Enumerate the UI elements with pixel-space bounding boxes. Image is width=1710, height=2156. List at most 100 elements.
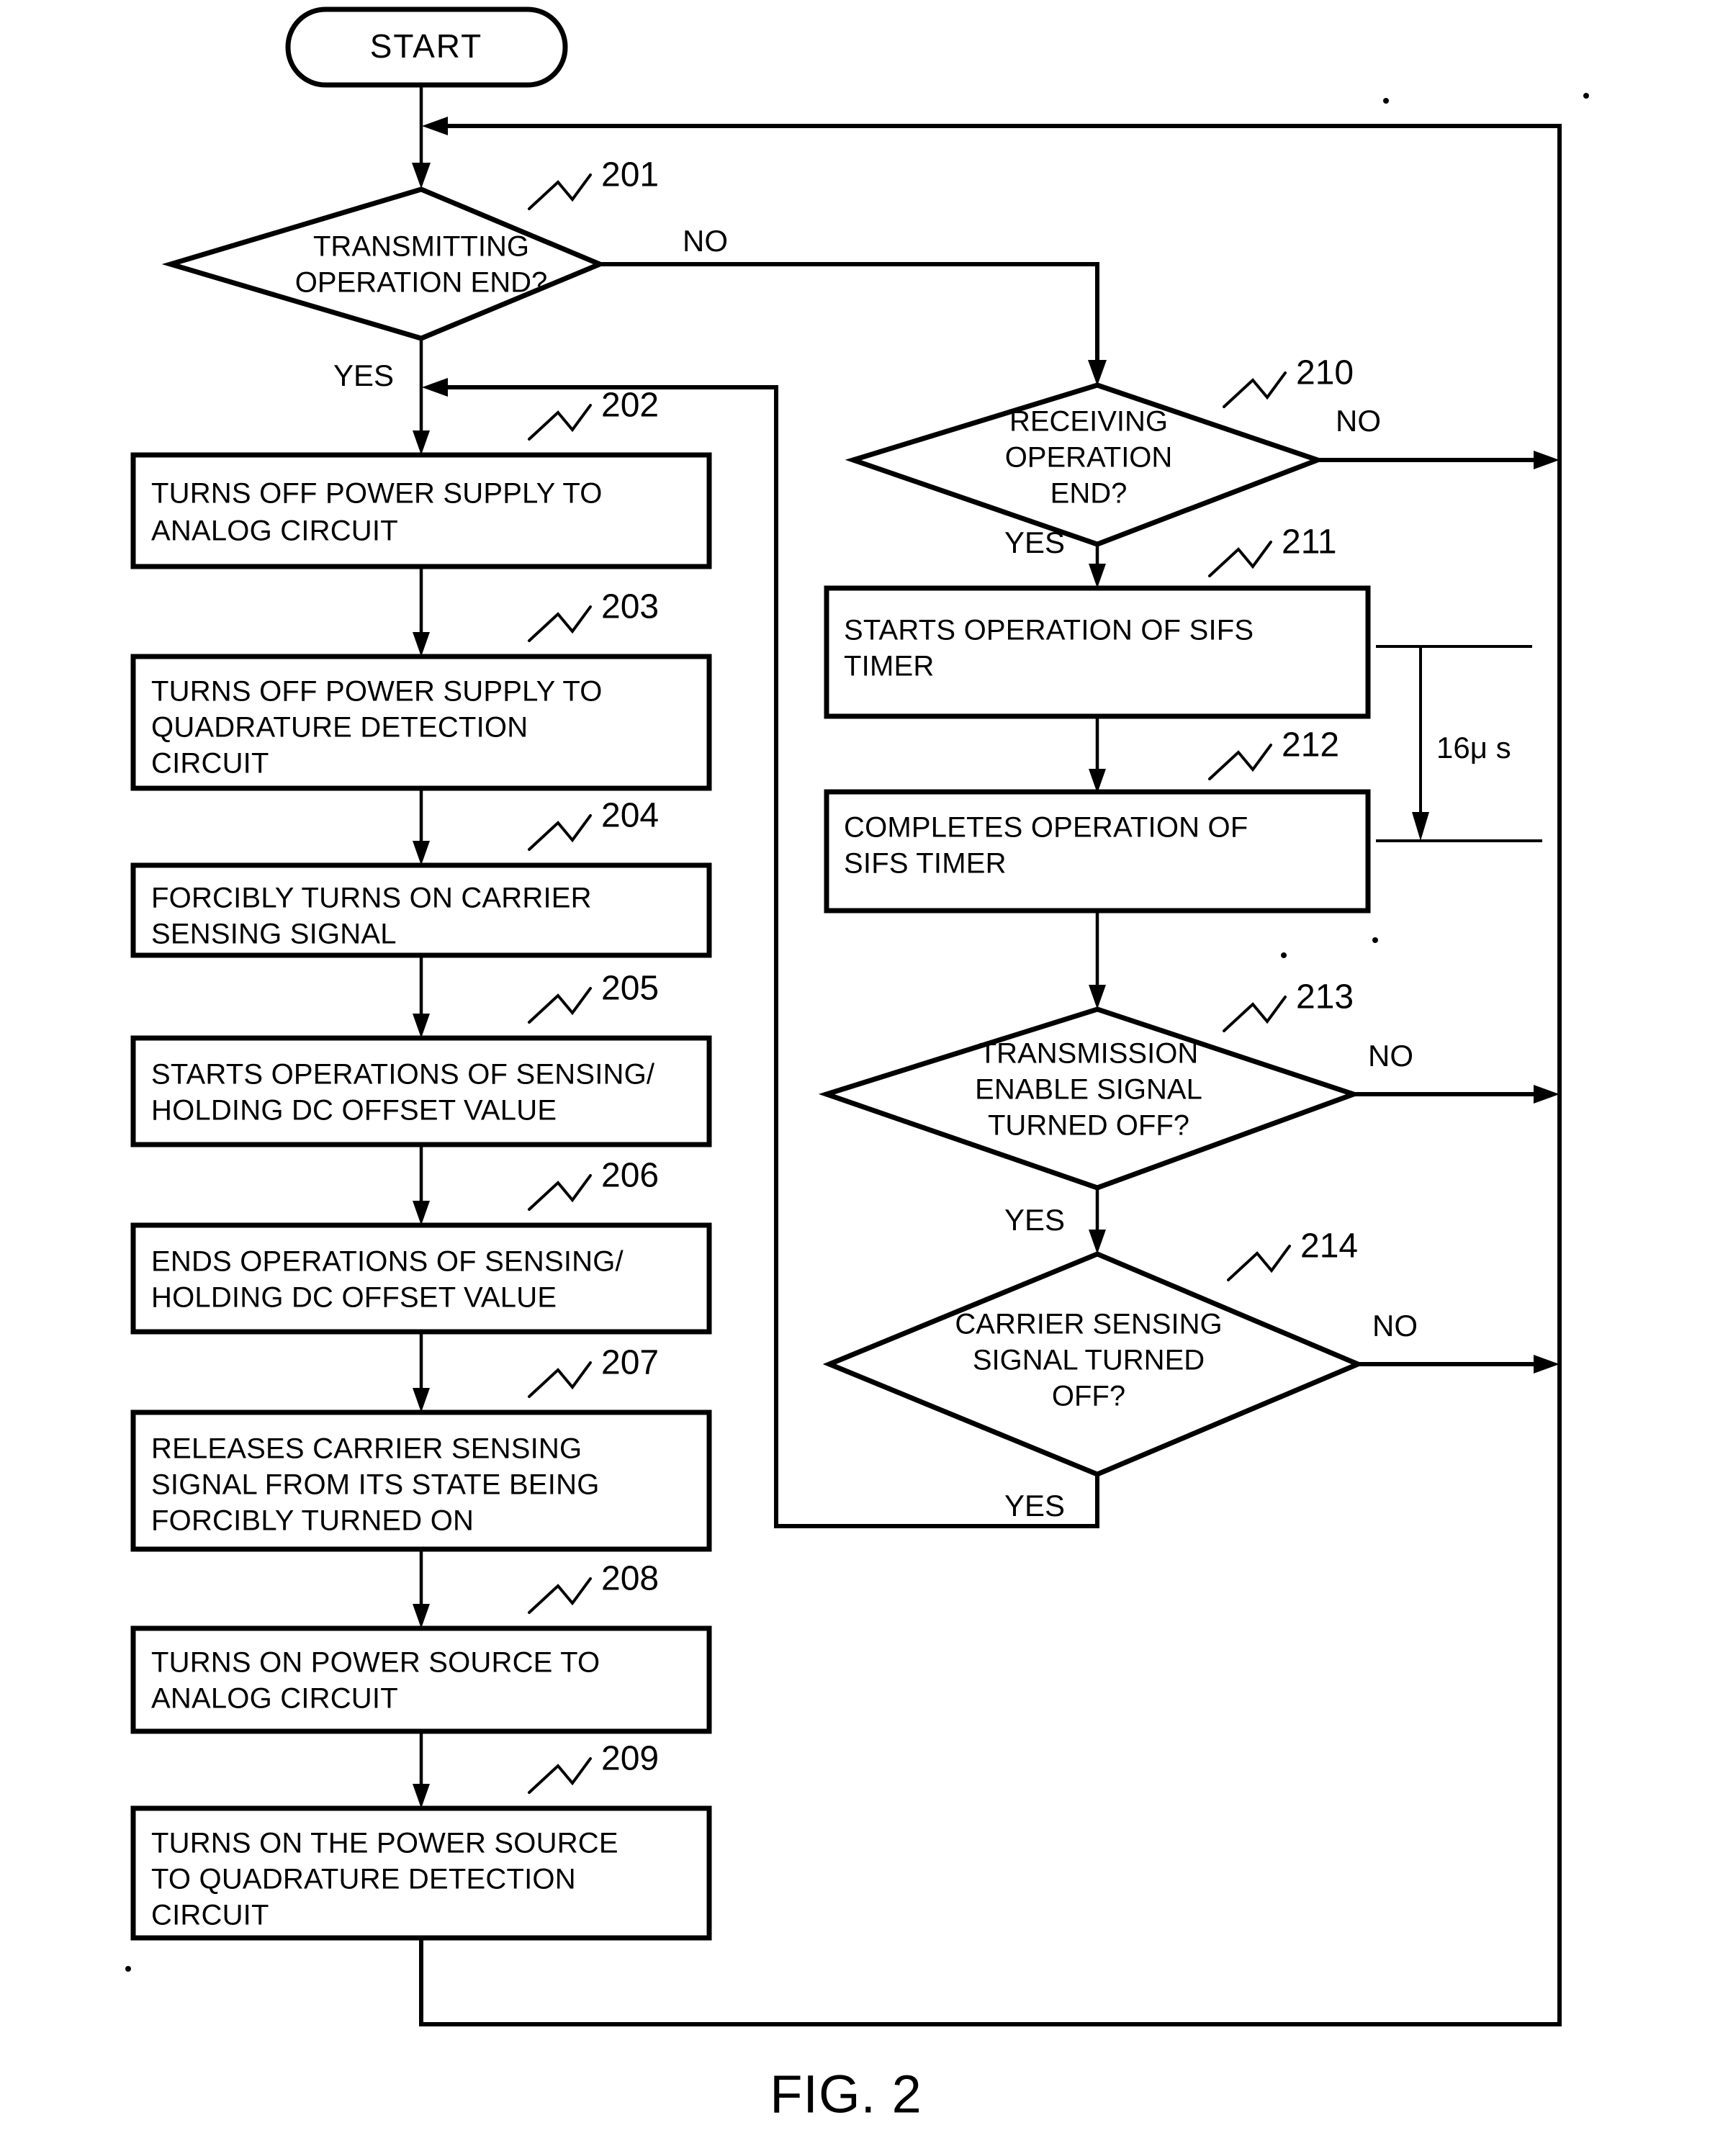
- process-206-shape: [130, 1222, 712, 1335]
- leader-202: [528, 404, 592, 441]
- leader-209: [528, 1757, 592, 1794]
- leader-210: [1223, 371, 1287, 408]
- decision-214-line-0: CARRIER SENSING: [955, 1309, 1222, 1340]
- process-208-line-0: TURNS ON POWER SOURCE TO: [151, 1647, 600, 1679]
- leader-204: [528, 814, 592, 851]
- arrowhead-214-no: [1534, 1355, 1560, 1374]
- process-203-line-0: TURNS OFF POWER SUPPLY TO: [151, 676, 603, 708]
- leader-205: [528, 987, 592, 1024]
- arrowhead-into-210: [1088, 360, 1107, 386]
- decision-210-line-1: OPERATION: [1005, 442, 1173, 474]
- process-204-line-1: SENSING SIGNAL: [151, 919, 397, 950]
- process-205-shape: [130, 1035, 712, 1147]
- node-start: START: [285, 6, 568, 88]
- ref-205: 205: [601, 970, 659, 1008]
- label-201-no: NO: [683, 224, 728, 258]
- speck-bottom-left: [125, 1966, 131, 1972]
- process-208-shape: [130, 1625, 712, 1734]
- process-205-line-1: HOLDING DC OFFSET VALUE: [151, 1095, 557, 1127]
- leader-207: [528, 1361, 592, 1398]
- arrowhead-213-no: [1534, 1085, 1560, 1104]
- speck-near-213: [1281, 952, 1287, 958]
- arrowhead-into-205: [413, 1014, 430, 1038]
- process-202-line-1: ANALOG CIRCUIT: [151, 515, 398, 547]
- leader-208: [528, 1577, 592, 1614]
- arrowhead-into-211: [1089, 564, 1106, 588]
- arrowhead-into-213: [1089, 985, 1106, 1009]
- label-214-no: NO: [1372, 1309, 1418, 1343]
- ref-204: 204: [601, 797, 659, 835]
- sifs-duration-bracket: 16μ s: [1376, 645, 1542, 842]
- label-210-no: NO: [1336, 404, 1381, 438]
- leader-212: [1208, 744, 1272, 780]
- leader-214: [1227, 1245, 1291, 1281]
- decision-210-line-2: END?: [1050, 478, 1128, 510]
- arrowhead-into-207: [413, 1388, 430, 1412]
- decision-201-line-0: TRANSMITTING: [313, 231, 529, 263]
- ref-207: 207: [601, 1344, 659, 1382]
- sifs-duration-label: 16μ s: [1436, 731, 1511, 764]
- arrowhead-loopback-into-yes: [422, 378, 448, 397]
- arrowhead-into-206: [413, 1201, 430, 1225]
- start-label: START: [370, 27, 483, 65]
- decision-214-line-2: OFF?: [1052, 1381, 1125, 1412]
- process-208-line-1: ANALOG CIRCUIT: [151, 1683, 398, 1715]
- process-207-line-2: FORCIBLY TURNED ON: [151, 1505, 474, 1537]
- leader-201: [528, 173, 592, 210]
- process-205-line-0: STARTS OPERATIONS OF SENSING/: [151, 1059, 655, 1091]
- node-213: TRANSMISSION ENABLE SIGNAL TURNED OFF? 2…: [818, 978, 1413, 1237]
- process-211-line-0: STARTS OPERATION OF SIFS: [844, 615, 1254, 646]
- arrowhead-into-202: [413, 430, 430, 455]
- ref-213: 213: [1296, 978, 1354, 1016]
- process-206-line-0: ENDS OPERATIONS OF SENSING/: [151, 1246, 624, 1278]
- node-201: TRANSMITTING OPERATION END? 201 NO YES: [161, 156, 728, 392]
- leader-203: [528, 605, 592, 642]
- speck-right-bus: [1372, 937, 1378, 943]
- ref-202: 202: [601, 387, 659, 425]
- process-209-line-0: TURNS ON THE POWER SOURCE: [151, 1828, 618, 1859]
- label-201-yes: YES: [333, 358, 394, 392]
- process-203-line-2: CIRCUIT: [151, 748, 269, 780]
- decision-213-line-2: TURNED OFF?: [988, 1110, 1189, 1142]
- arrowhead-return-top: [422, 117, 448, 135]
- process-211-line-1: TIMER: [844, 651, 934, 682]
- decision-210-line-0: RECEIVING: [1009, 406, 1168, 438]
- leader-211: [1208, 541, 1272, 577]
- leader-206: [528, 1174, 592, 1211]
- process-202-line-0: TURNS OFF POWER SUPPLY TO: [151, 478, 603, 510]
- dim-arrowhead: [1412, 812, 1429, 841]
- arrowhead-into-214: [1089, 1230, 1106, 1254]
- decision-213-line-0: TRANSMISSION: [979, 1038, 1198, 1070]
- arrowhead-210-no: [1534, 451, 1560, 469]
- label-210-yes: YES: [1004, 526, 1065, 559]
- process-212-line-1: SIFS TIMER: [844, 848, 1007, 880]
- leader-213: [1223, 996, 1287, 1032]
- ref-211: 211: [1282, 523, 1337, 561]
- arrowhead-into-209: [413, 1784, 430, 1808]
- ref-208: 208: [601, 1560, 659, 1598]
- arrowhead-into-204: [413, 841, 430, 865]
- process-212-line-0: COMPLETES OPERATION OF: [844, 812, 1248, 844]
- process-207-line-0: RELEASES CARRIER SENSING: [151, 1433, 582, 1465]
- node-214: CARRIER SENSING SIGNAL TURNED OFF? 214 N…: [822, 1227, 1418, 1523]
- process-203-line-1: QUADRATURE DETECTION: [151, 712, 528, 744]
- arrowhead-to-201: [412, 163, 431, 189]
- decision-201-line-1: OPERATION END?: [295, 267, 547, 299]
- process-206-line-1: HOLDING DC OFFSET VALUE: [151, 1282, 557, 1314]
- decision-201-shape: [161, 186, 607, 341]
- speck-mid-right: [1583, 93, 1589, 99]
- process-204-line-0: FORCIBLY TURNS ON CARRIER: [151, 883, 592, 914]
- process-207-line-1: SIGNAL FROM ITS STATE BEING: [151, 1469, 600, 1501]
- arrowhead-into-203: [413, 632, 430, 657]
- ref-214: 214: [1300, 1227, 1358, 1266]
- label-214-yes: YES: [1004, 1489, 1065, 1523]
- label-213-no: NO: [1368, 1039, 1413, 1073]
- process-202-shape: [130, 452, 712, 569]
- patent-figure: 16μ s START TRANSMITTING OPERATION END? …: [0, 0, 1710, 2156]
- ref-201: 201: [601, 156, 659, 194]
- ref-210: 210: [1296, 354, 1354, 392]
- ref-212: 212: [1282, 726, 1339, 764]
- decision-213-line-1: ENABLE SIGNAL: [975, 1074, 1202, 1106]
- decision-214-line-1: SIGNAL TURNED: [973, 1345, 1205, 1376]
- speck-top-right: [1383, 98, 1389, 104]
